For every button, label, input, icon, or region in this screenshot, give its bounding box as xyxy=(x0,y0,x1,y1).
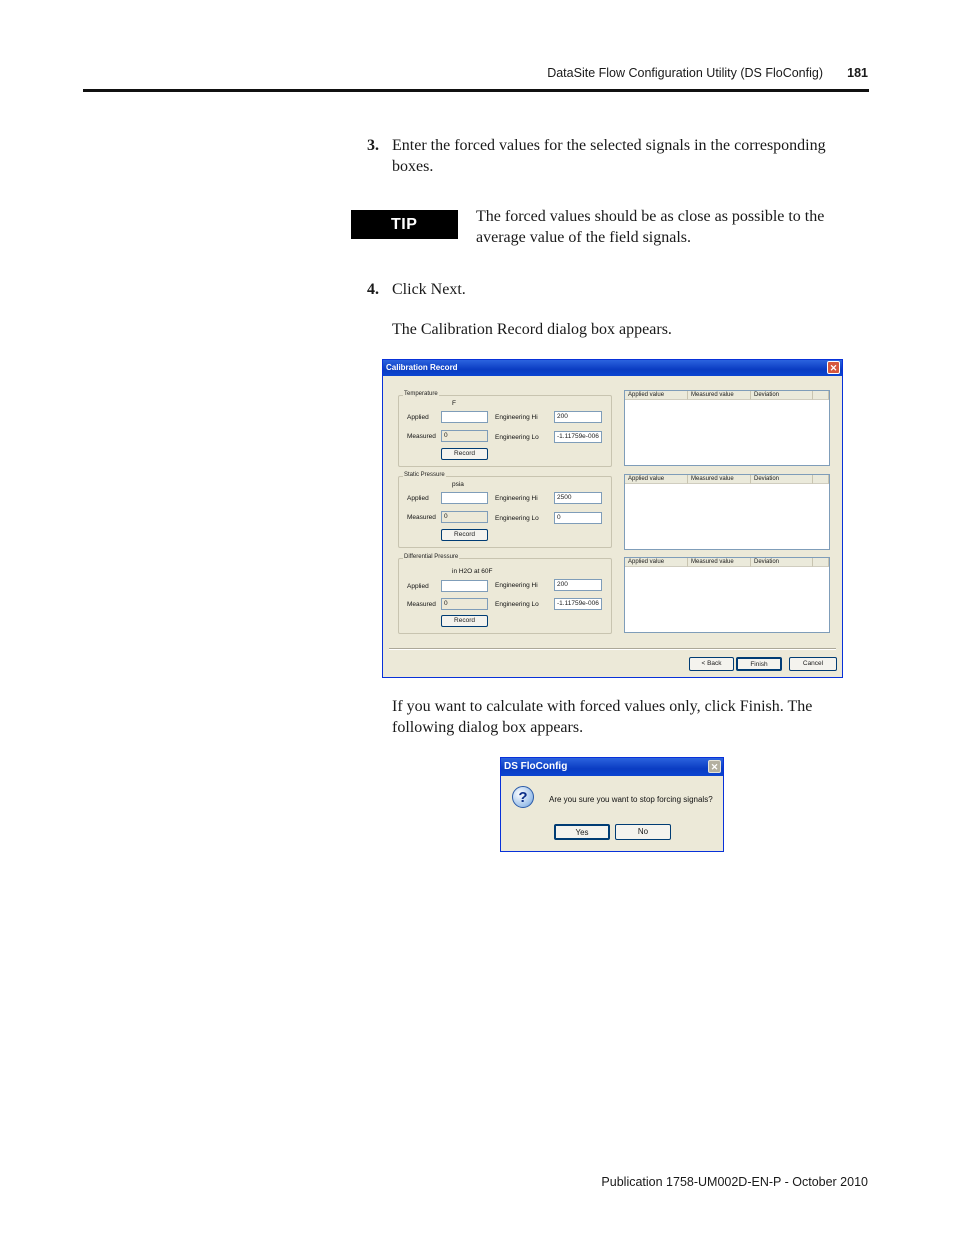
differential-pressure-measured-label: Measured xyxy=(407,601,436,608)
tip-text-line2: average value of the field signals. xyxy=(476,229,692,246)
temperature-measured-field: 0 xyxy=(441,430,488,442)
temperature-record-list[interactable]: Applied value Measured value Deviation xyxy=(624,390,830,466)
temperature-record-button[interactable]: Record xyxy=(441,448,488,460)
differential-pressure-measured-field: 0 xyxy=(441,598,488,610)
temperature-applied-label: Applied xyxy=(407,414,429,421)
close-icon[interactable]: ✕ xyxy=(827,361,840,374)
col-deviation[interactable]: Deviation xyxy=(751,391,813,400)
temperature-lo-label: Engineering Lo xyxy=(495,434,539,441)
finish-text-line2: following dialog box appears. xyxy=(392,719,584,736)
differential-pressure-applied-input[interactable] xyxy=(441,580,488,592)
step-4-number: 4. xyxy=(367,281,379,298)
temperature-group: Temperature F Applied Measured 0 Enginee… xyxy=(398,391,612,467)
temperature-unit: F xyxy=(452,400,456,407)
back-button[interactable]: < Back xyxy=(689,657,734,671)
temperature-hi-input[interactable]: 200 xyxy=(554,411,602,423)
differential-pressure-record-button[interactable]: Record xyxy=(441,615,488,627)
tip-text-line1: The forced values should be as close as … xyxy=(476,208,825,225)
static-pressure-hi-label: Engineering Hi xyxy=(495,495,538,502)
differential-pressure-unit: in H2O at 60F xyxy=(452,568,493,575)
col-applied-value[interactable]: Applied value xyxy=(625,391,688,400)
header-title: DataSite Flow Configuration Utility (DS … xyxy=(547,66,823,80)
step-3-number: 3. xyxy=(367,137,379,154)
differential-pressure-lo-input[interactable]: -1.11759e-006 xyxy=(554,598,602,610)
yes-button[interactable]: Yes xyxy=(554,824,610,840)
col-filler xyxy=(813,391,829,400)
col-filler xyxy=(813,558,829,567)
dialog-separator xyxy=(389,648,836,650)
publication-footer: Publication 1758-UM002D-EN-P - October 2… xyxy=(601,1175,868,1189)
differential-pressure-hi-label: Engineering Hi xyxy=(495,582,538,589)
differential-pressure-applied-label: Applied xyxy=(407,583,429,590)
static-pressure-measured-label: Measured xyxy=(407,514,436,521)
static-pressure-record-button[interactable]: Record xyxy=(441,529,488,541)
differential-pressure-lo-label: Engineering Lo xyxy=(495,601,539,608)
temperature-group-label: Temperature xyxy=(403,391,439,397)
tip-label: TIP xyxy=(351,210,458,239)
question-icon: ? xyxy=(512,786,534,808)
confirm-title: DS FloConfig xyxy=(504,761,568,772)
static-pressure-lo-label: Engineering Lo xyxy=(495,515,539,522)
finish-text-line1: If you want to calculate with forced val… xyxy=(392,698,813,715)
col-filler xyxy=(813,475,829,484)
static-pressure-applied-input[interactable] xyxy=(441,492,488,504)
confirm-titlebar: DS FloConfig ✕ xyxy=(501,758,723,776)
finish-button[interactable]: Finish xyxy=(736,657,782,671)
close-icon[interactable]: ✕ xyxy=(708,760,721,773)
static-pressure-lo-input[interactable]: 0 xyxy=(554,512,602,524)
static-pressure-applied-label: Applied xyxy=(407,495,429,502)
step-4-text: Click Next. xyxy=(392,281,466,298)
step-3-text-line1: Enter the forced values for the selected… xyxy=(392,137,826,154)
temperature-hi-label: Engineering Hi xyxy=(495,414,538,421)
differential-pressure-record-list[interactable]: Applied value Measured value Deviation xyxy=(624,557,830,633)
differential-pressure-hi-input[interactable]: 200 xyxy=(554,579,602,591)
static-pressure-unit: psia xyxy=(452,481,464,488)
col-measured-value[interactable]: Measured value xyxy=(688,391,751,400)
static-pressure-group: Static Pressure psia Applied Measured 0 … xyxy=(398,472,612,548)
col-measured-value[interactable]: Measured value xyxy=(688,558,751,567)
cancel-button[interactable]: Cancel xyxy=(789,657,837,671)
static-pressure-measured-field: 0 xyxy=(441,511,488,523)
col-deviation[interactable]: Deviation xyxy=(751,475,813,484)
running-header: DataSite Flow Configuration Utility (DS … xyxy=(0,66,868,86)
static-pressure-hi-input[interactable]: 2500 xyxy=(554,492,602,504)
calib-titlebar: Calibration Record ✕ xyxy=(383,360,842,376)
calib-intro-text: The Calibration Record dialog box appear… xyxy=(392,321,672,338)
col-measured-value[interactable]: Measured value xyxy=(688,475,751,484)
confirm-message: Are you sure you want to stop forcing si… xyxy=(549,795,713,804)
temperature-applied-input[interactable] xyxy=(441,411,488,423)
step-3-text-line2: boxes. xyxy=(392,158,434,175)
calibration-record-dialog: Calibration Record ✕ Temperature F Appli… xyxy=(382,359,843,678)
confirm-dialog: DS FloConfig ✕ ? Are you sure you want t… xyxy=(500,757,724,852)
differential-pressure-group-label: Differential Pressure xyxy=(403,554,460,560)
differential-pressure-group: Differential Pressure in H2O at 60F Appl… xyxy=(398,554,612,634)
temperature-lo-input[interactable]: -1.11759e-006 xyxy=(554,431,602,443)
static-pressure-group-label: Static Pressure xyxy=(403,472,446,478)
no-button[interactable]: No xyxy=(615,824,671,840)
header-rule xyxy=(83,89,869,92)
col-applied-value[interactable]: Applied value xyxy=(625,475,688,484)
calib-title: Calibration Record xyxy=(386,363,458,372)
page-number: 181 xyxy=(847,66,868,80)
col-deviation[interactable]: Deviation xyxy=(751,558,813,567)
col-applied-value[interactable]: Applied value xyxy=(625,558,688,567)
temperature-measured-label: Measured xyxy=(407,433,436,440)
static-pressure-record-list[interactable]: Applied value Measured value Deviation xyxy=(624,474,830,550)
